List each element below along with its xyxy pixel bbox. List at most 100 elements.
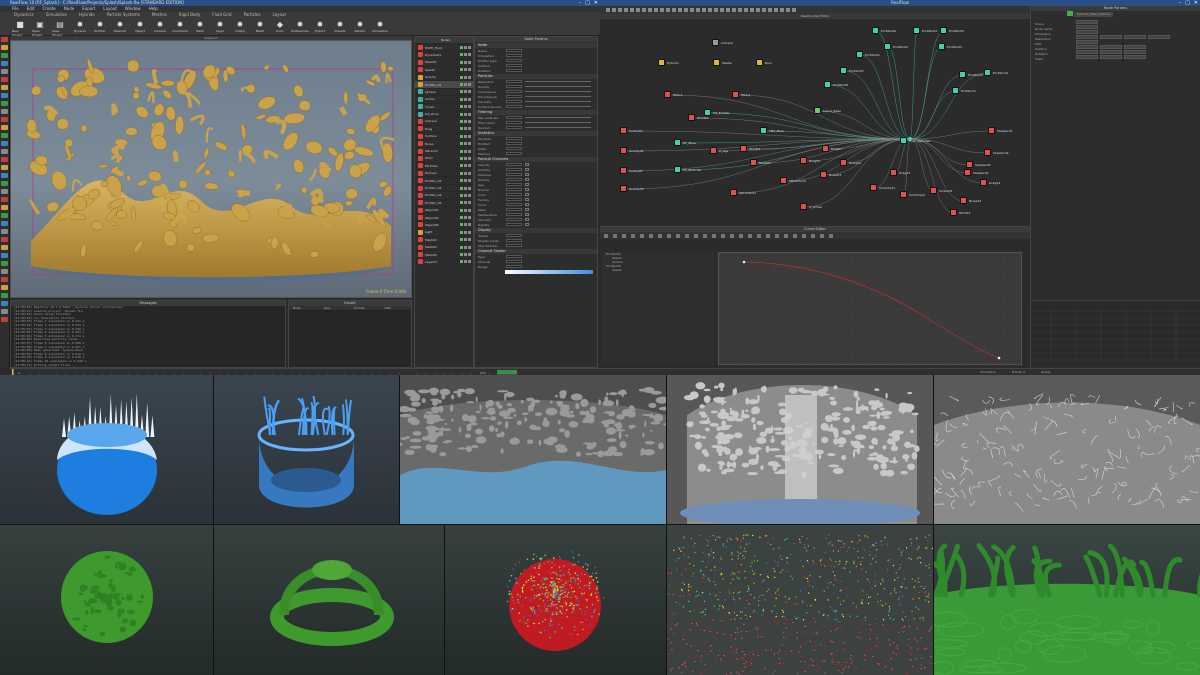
timeline[interactable]: 0 250 (10, 368, 600, 375)
graph-tool-button[interactable] (750, 8, 754, 12)
graph-node[interactable]: Liquid_Base (814, 107, 841, 114)
param-field[interactable] (506, 233, 522, 238)
curve-tool-button[interactable] (811, 233, 815, 238)
graph-node[interactable]: Noise02 (840, 159, 861, 166)
curve-tool-button[interactable] (748, 233, 752, 238)
curve-tool-button[interactable] (784, 233, 788, 238)
tool-strip-button[interactable] (1, 261, 8, 266)
param-field[interactable] (506, 222, 522, 227)
graph-node[interactable]: Noise03 (820, 171, 841, 178)
tool-strip-button[interactable] (1, 229, 8, 234)
toolbar-button-12[interactable]: ✹ Batch (252, 20, 268, 34)
graph-tool-button[interactable] (636, 8, 640, 12)
graph-node[interactable]: Attractor02 (780, 177, 806, 184)
tool-strip-button[interactable] (1, 317, 8, 322)
toolbar-button-9[interactable]: ✹ Mesh (192, 20, 208, 34)
param-field[interactable] (506, 259, 522, 264)
graph-node[interactable]: Emitter10 (984, 69, 1008, 76)
param-field[interactable] (506, 264, 522, 269)
param-field[interactable] (506, 146, 522, 151)
param-checkbox[interactable] (525, 168, 529, 171)
param-checkbox[interactable] (525, 213, 529, 216)
param-field[interactable] (506, 217, 522, 222)
toolbar-button-17[interactable]: ✹ Render (352, 20, 368, 34)
graph-tool-button[interactable] (720, 8, 724, 12)
toolbar-button-16[interactable]: ✹ Presets (332, 20, 348, 34)
tool-strip-button[interactable] (1, 165, 8, 170)
graph-tool-button[interactable] (678, 8, 682, 12)
param-slider[interactable] (525, 86, 591, 87)
graph-node[interactable]: Wind02 (688, 114, 708, 121)
curve-tool-button[interactable] (649, 233, 653, 238)
tool-strip-button[interactable] (1, 53, 8, 58)
graph-tool-button[interactable] (606, 8, 610, 12)
param-field[interactable] (506, 53, 522, 58)
tool-strip-button[interactable] (1, 245, 8, 250)
graph-node[interactable]: Emitter02 (884, 43, 908, 50)
graph-node[interactable]: Emitter01 (856, 51, 880, 58)
tool-strip-button[interactable] (1, 189, 8, 194)
param-slider[interactable] (525, 127, 591, 128)
property-field[interactable] (1076, 55, 1098, 59)
tool-strip-button[interactable] (1, 61, 8, 66)
graph-tool-button[interactable] (630, 8, 634, 12)
param-field[interactable] (506, 104, 522, 109)
curve-key-end[interactable] (997, 356, 1001, 360)
tool-strip-button[interactable] (1, 93, 8, 98)
graph-tool-button[interactable] (648, 8, 652, 12)
graph-node[interactable]: HF_Base (674, 139, 696, 146)
curve-tool-button[interactable] (739, 233, 743, 238)
curve-tool-button[interactable] (667, 233, 671, 238)
graph-node[interactable]: Gravity02 (620, 185, 644, 192)
param-field[interactable] (506, 162, 522, 167)
graph-node[interactable]: Emitter07 (840, 67, 864, 74)
tool-strip-button[interactable] (1, 125, 8, 130)
toolbar-button-8[interactable]: ✹ Constraint (172, 20, 188, 34)
graph-tool-button[interactable] (702, 8, 706, 12)
graph-node[interactable]: Emitter03 (938, 43, 962, 50)
param-field[interactable] (506, 151, 522, 156)
graph-tool-button[interactable] (624, 8, 628, 12)
tool-strip-button[interactable] (1, 173, 8, 178)
param-field[interactable] (506, 202, 522, 207)
graph-node[interactable]: Sheeter02 (984, 149, 1009, 156)
tool-strip-button[interactable] (1, 221, 8, 226)
tool-strip-button[interactable] (1, 277, 8, 282)
graph-tool-button[interactable] (774, 8, 778, 12)
param-field[interactable] (506, 94, 522, 99)
param-field[interactable] (506, 84, 522, 89)
tool-strip-button[interactable] (1, 181, 8, 186)
tool-strip-button[interactable] (1, 101, 8, 106)
tool-strip-button[interactable] (1, 117, 8, 122)
tool-strip-button[interactable] (1, 141, 8, 146)
tool-strip-button[interactable] (1, 157, 8, 162)
graph-tool-button[interactable] (726, 8, 730, 12)
toolbar-button-11[interactable]: ✹ Graph (232, 20, 248, 34)
graph-node[interactable]: Emitter08 (824, 81, 848, 88)
graph-node[interactable]: Attractor01 (730, 189, 756, 196)
param-field[interactable] (506, 187, 522, 192)
graph-tool-button[interactable] (684, 8, 688, 12)
curve-tool-button[interactable] (775, 233, 779, 238)
curve-key-start[interactable] (742, 260, 746, 264)
property-field[interactable] (1100, 35, 1122, 39)
tool-strip-button[interactable] (1, 85, 8, 90)
param-field[interactable] (506, 79, 522, 84)
param-field[interactable] (506, 58, 522, 63)
toolbar-button-7[interactable]: ✹ Camera (152, 20, 168, 34)
graph-node[interactable]: Emitter04 (913, 27, 937, 34)
curve-tool-button[interactable] (766, 233, 770, 238)
toolbar-button-13[interactable]: ◆ Color (272, 20, 288, 34)
graph-tool-button[interactable] (672, 8, 676, 12)
export-column-3[interactable]: Path (380, 306, 411, 311)
toolbar-button-10[interactable]: ✹ Layer (212, 20, 228, 34)
graph-tool-button[interactable] (666, 8, 670, 12)
tool-strip-button[interactable] (1, 197, 8, 202)
graph-node[interactable]: HF_Particles (674, 166, 701, 173)
graph-node[interactable]: Gravity01 (620, 147, 644, 154)
tool-strip-button[interactable] (1, 293, 8, 298)
param-checkbox[interactable] (525, 203, 529, 206)
param-field[interactable] (506, 48, 522, 53)
graph-tool-button[interactable] (780, 8, 784, 12)
curve-tool-button[interactable] (658, 233, 662, 238)
